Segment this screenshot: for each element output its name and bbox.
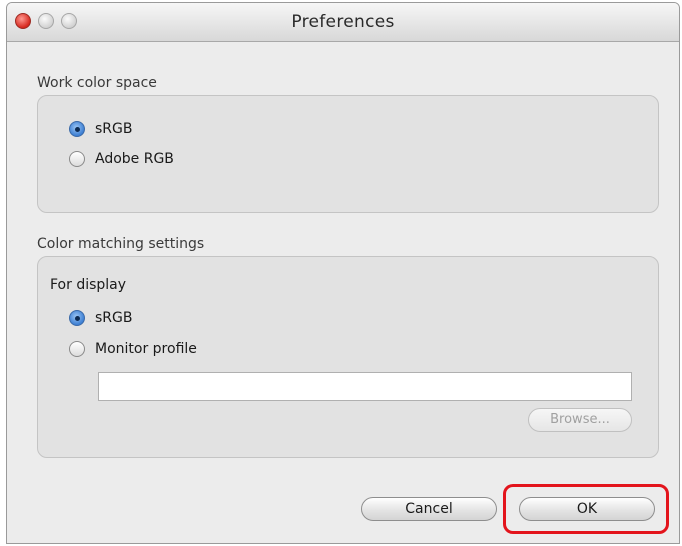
monitor-profile-option[interactable]: Monitor profile [69,341,197,357]
cancel-button[interactable]: Cancel [361,497,497,521]
work-color-srgb-option[interactable]: sRGB [69,121,132,137]
window-title: Preferences [291,12,395,32]
work-color-space-group: sRGB Adobe RGB [37,95,659,213]
title-bar[interactable]: Preferences [7,3,679,42]
work-color-space-caption: Work color space [37,75,157,91]
preferences-window: Preferences Work color space sRGB Adobe … [6,2,680,544]
for-display-label: For display [50,277,127,293]
radio-unselected-icon[interactable] [69,341,85,357]
radio-selected-icon[interactable] [69,121,85,137]
display-srgb-label: sRGB [95,310,133,326]
radio-unselected-icon[interactable] [69,151,85,167]
work-color-srgb-label: sRGB [95,121,133,137]
color-matching-caption: Color matching settings [37,236,205,252]
monitor-profile-path-field[interactable] [98,372,632,401]
radio-selected-icon[interactable] [69,310,85,326]
color-matching-group: For display sRGB Monitor profile Browse.… [37,256,659,458]
work-color-adobe-rgb-label: Adobe RGB [95,151,174,167]
display-srgb-option[interactable]: sRGB [69,310,132,326]
monitor-profile-label: Monitor profile [95,341,197,357]
browse-button[interactable]: Browse... [528,408,632,432]
ok-button-highlight-box [503,484,669,534]
work-color-adobe-rgb-option[interactable]: Adobe RGB [69,151,174,167]
